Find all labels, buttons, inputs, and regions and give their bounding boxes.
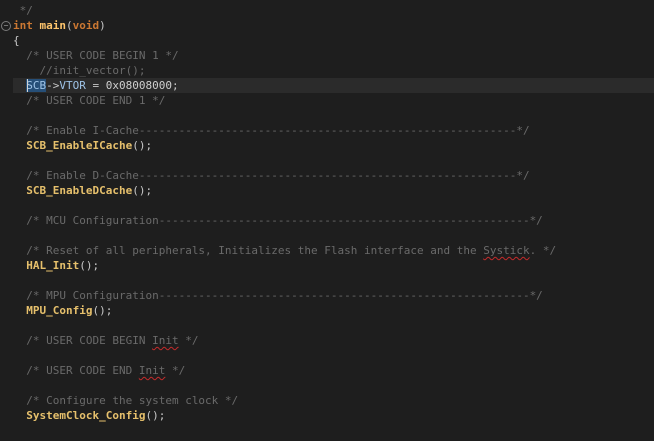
- code-line: //init_vector();: [13, 63, 654, 78]
- comment: /* USER CODE BEGIN: [26, 334, 153, 347]
- code-line: HAL_Init();: [13, 258, 654, 273]
- code-line: /* Enable D-Cache-----------------------…: [13, 168, 654, 183]
- function-call: HAL_Init: [26, 259, 80, 272]
- comment: /* USER CODE END: [26, 364, 139, 377]
- function-name-main: main: [39, 19, 67, 32]
- spelling-error: Systick: [483, 244, 530, 257]
- code-editor[interactable]: − */ int main(void) { /* USER CODE BEGIN…: [0, 0, 654, 441]
- spelling-error: Init: [152, 334, 179, 347]
- code-line: /* USER CODE END Init */: [13, 363, 654, 378]
- comment: //init_vector();: [39, 64, 146, 77]
- editor-gutter: −: [0, 0, 11, 441]
- code-line: /* Reset of all peripherals, Initializes…: [13, 243, 654, 258]
- code-line: /* MPU Configuration--------------------…: [13, 288, 654, 303]
- comment: /* Configure the system clock */: [26, 394, 239, 407]
- code-line: /* Configure the system clock */: [13, 393, 654, 408]
- operator-assign: =: [85, 79, 106, 92]
- paren-close: ): [99, 19, 106, 32]
- comment: /* Enable I-Cache-----------------------…: [26, 124, 530, 137]
- code-line: /* MCU Configuration--------------------…: [13, 213, 654, 228]
- call-parens: ();: [132, 184, 153, 197]
- code-line: SCB_EnableICache();: [13, 138, 654, 153]
- code-line: {: [13, 33, 654, 48]
- code-line: /* Enable I-Cache-----------------------…: [13, 123, 654, 138]
- function-call: SystemClock_Config: [26, 409, 146, 422]
- code-line: SystemClock_Config();: [13, 408, 654, 423]
- function-call: SCB_EnableICache: [26, 139, 133, 152]
- comment: . */: [529, 244, 557, 257]
- code-line: MPU_Config();: [13, 303, 654, 318]
- comment: */: [165, 364, 186, 377]
- comment: /* USER CODE BEGIN 1 */: [26, 49, 179, 62]
- call-parens: ();: [79, 259, 100, 272]
- code-line: /* USER CODE BEGIN Init */: [13, 333, 654, 348]
- selected-text[interactable]: SCB: [26, 79, 47, 92]
- member-vtor: VTOR: [59, 79, 86, 92]
- code-line: SCB_EnableDCache();: [13, 183, 654, 198]
- keyword-int: int: [13, 19, 33, 32]
- text-caret: [27, 79, 28, 92]
- code-line: */: [13, 3, 654, 18]
- hex-literal: 0x08008000: [105, 79, 172, 92]
- comment: */: [13, 4, 33, 17]
- function-call: MPU_Config: [26, 304, 93, 317]
- code-line-current[interactable]: SCB->VTOR = 0x08008000;: [13, 78, 654, 93]
- code-area[interactable]: */ int main(void) { /* USER CODE BEGIN 1…: [13, 3, 654, 423]
- code-line: /* USER CODE BEGIN 1 */: [13, 48, 654, 63]
- call-parens: ();: [145, 409, 166, 422]
- comment: /* MCU Configuration--------------------…: [26, 214, 543, 227]
- operator-arrow: ->: [46, 79, 60, 92]
- function-call: SCB_EnableDCache: [26, 184, 133, 197]
- code-line-main-signature: int main(void): [13, 18, 654, 33]
- fold-collapse-icon[interactable]: −: [1, 21, 11, 31]
- comment: */: [178, 334, 199, 347]
- open-brace: {: [13, 34, 20, 47]
- call-parens: ();: [132, 139, 153, 152]
- spelling-error: Init: [138, 364, 166, 377]
- comment: /* Reset of all peripherals, Initializes…: [26, 244, 484, 257]
- code-line: /* USER CODE END 1 */: [13, 93, 654, 108]
- paren-open: (: [66, 19, 73, 32]
- keyword-void: void: [72, 19, 100, 32]
- comment: /* Enable D-Cache-----------------------…: [26, 169, 530, 182]
- comment: /* USER CODE END 1 */: [26, 94, 166, 107]
- comment: /* MPU Configuration--------------------…: [26, 289, 543, 302]
- semicolon: ;: [171, 79, 179, 92]
- call-parens: ();: [92, 304, 113, 317]
